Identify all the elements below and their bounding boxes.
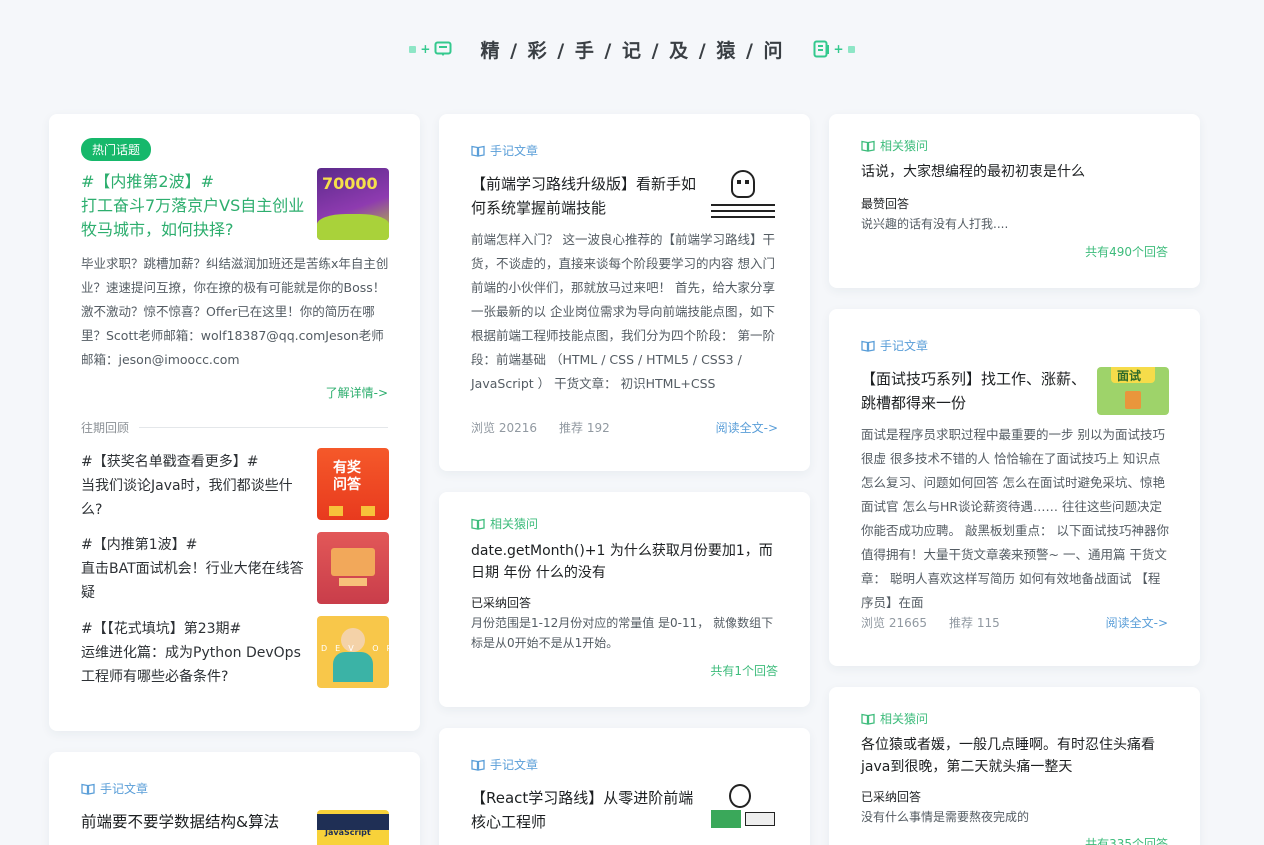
- qa-tag: 相关猿问: [861, 137, 928, 154]
- recommend-count: 推荐 115: [949, 616, 1000, 630]
- plus-icon: +: [833, 42, 844, 56]
- hot-topic-title[interactable]: #【内推第2波】# 打工奋斗7万落京户VS自主创业牧马城市，如何抉择?: [81, 170, 313, 242]
- book-icon: [861, 140, 875, 152]
- thumbnail-text: 70000: [322, 174, 378, 193]
- article-title[interactable]: 【面试技巧系列】找工作、涨薪、跳槽都得来一份: [861, 367, 1093, 415]
- article-title[interactable]: 【前端学习路线升级版】看新手如何系统掌握前端技能: [471, 172, 703, 220]
- qa-answer-count[interactable]: 共有335个回答: [1085, 835, 1168, 845]
- past-item-title[interactable]: #【获奖名单戳查看更多】# 当我们谈论Java时，我们都谈些什么?: [81, 450, 307, 522]
- book-icon: [81, 783, 95, 795]
- article-card[interactable]: 手记文章 【前端学习路线升级版】看新手如何系统掌握前端技能 前端怎样入门？ 这一…: [439, 114, 810, 471]
- article-thumbnail[interactable]: [707, 166, 779, 222]
- past-review-label: 往期回顾: [81, 421, 130, 435]
- past-item-thumbnail[interactable]: 有奖 问答: [317, 448, 389, 520]
- article-card[interactable]: 手记文章 前端要不要学数据结构&算法 JavaScript: [49, 752, 420, 845]
- square-icon: [409, 45, 417, 53]
- article-tag: 手记文章: [471, 756, 538, 773]
- more-details-link[interactable]: 了解详情->: [326, 384, 388, 401]
- divider: [139, 427, 388, 428]
- article-tag: 手记文章: [471, 142, 538, 159]
- book-icon: [471, 518, 485, 530]
- square-icon: [847, 45, 855, 53]
- qa-tag: 相关猿问: [861, 710, 928, 727]
- past-item-title[interactable]: #【【花式填坑】第23期# 运维进化篇：成为Python DevOps工程师有哪…: [81, 617, 307, 689]
- article-thumbnail[interactable]: 面试: [1097, 367, 1169, 415]
- article-card[interactable]: 手记文章 【面试技巧系列】找工作、涨薪、跳槽都得来一份 面试 面试是程序员求职过…: [829, 309, 1200, 666]
- qa-answer-label: 已采纳回答: [471, 596, 532, 610]
- article-description: 前端怎样入门？ 这一波良心推荐的【前端学习路线】干货，不谈虚的，直接来谈每个阶段…: [471, 232, 775, 391]
- article-thumbnail[interactable]: [707, 782, 779, 832]
- qa-card[interactable]: 相关猿问 各位猿或者媛，一般几点睡啊。有时忍住头痛看java到很晚，第二天就头痛…: [829, 687, 1200, 845]
- thumbnail-text: 面试: [1117, 369, 1142, 383]
- qa-question[interactable]: date.getMonth()+1 为什么获取月份要加1，而日期 年份 什么的没…: [471, 540, 781, 584]
- book-icon: [471, 759, 485, 771]
- article-tag: 手记文章: [81, 780, 148, 797]
- view-count: 浏览 20216: [471, 421, 537, 435]
- qa-card[interactable]: 相关猿问 date.getMonth()+1 为什么获取月份要加1，而日期 年份…: [439, 492, 810, 707]
- qa-question[interactable]: 话说，大家想编程的最初初衷是什么: [861, 161, 1171, 183]
- thumbnail-text: JavaScript: [325, 828, 371, 837]
- past-item-thumbnail[interactable]: [317, 532, 389, 604]
- article-title[interactable]: 【React学习路线】从零进阶前端核心工程师: [471, 786, 703, 834]
- view-count: 浏览 21665: [861, 616, 927, 630]
- qa-card[interactable]: 相关猿问 话说，大家想编程的最初初衷是什么 最赞回答 说兴趣的话有没有人打我..…: [829, 114, 1200, 288]
- chat-icon: [434, 41, 452, 56]
- article-title[interactable]: 前端要不要学数据结构&算法: [81, 810, 313, 834]
- article-tag: 手记文章: [861, 337, 928, 354]
- thumbnail-text: DEV OPS: [321, 644, 389, 653]
- article-description: 面试是程序员求职过程中最重要的一步 别以为面试技巧很虚 很多技术不错的人 恰恰输…: [861, 427, 1169, 610]
- qa-tag: 相关猿问: [471, 515, 538, 532]
- notebook-icon: [813, 40, 829, 58]
- section-header: + 精 / 彩 / 手 / 记 / 及 / 猿 / 问 +: [0, 36, 1264, 62]
- qa-answer-label: 最赞回答: [861, 197, 910, 211]
- hot-topic-thumbnail[interactable]: 70000: [317, 168, 389, 240]
- article-stats: 浏览 20216 推荐 192: [471, 419, 610, 436]
- article-card[interactable]: 手记文章 【React学习路线】从零进阶前端核心工程师: [439, 728, 810, 845]
- past-item-thumbnail[interactable]: DEV OPS: [317, 616, 389, 688]
- right-decoration: +: [813, 40, 855, 58]
- past-item-title[interactable]: #【内推第1波】# 直击BAT面试机会！行业大佬在线答疑: [81, 533, 307, 605]
- section-title: 精 / 彩 / 手 / 记 / 及 / 猿 / 问: [480, 39, 785, 62]
- read-all-link[interactable]: 阅读全文->: [1106, 614, 1168, 631]
- qa-answer-label: 已采纳回答: [861, 790, 922, 804]
- qa-answer: 月份范围是1-12月份对应的常量值 是0-11， 就像数组下标是从0开始不是从1…: [471, 616, 774, 650]
- hot-topic-card: 热门话题 #【内推第2波】# 打工奋斗7万落京户VS自主创业牧马城市，如何抉择?…: [49, 114, 420, 731]
- qa-answer-count[interactable]: 共有1个回答: [710, 662, 778, 679]
- hot-topic-badge: 热门话题: [81, 138, 152, 161]
- book-icon: [471, 145, 485, 157]
- qa-answer: 说兴趣的话有没有人打我....: [861, 217, 1009, 231]
- book-icon: [861, 713, 875, 725]
- plus-icon: +: [420, 42, 431, 56]
- qa-answer-count[interactable]: 共有490个回答: [1085, 243, 1168, 260]
- thumbnail-text: 有奖 问答: [333, 460, 361, 493]
- left-decoration: +: [409, 41, 452, 57]
- qa-question[interactable]: 各位猿或者媛，一般几点睡啊。有时忍住头痛看java到很晚，第二天就头痛一整天: [861, 734, 1171, 778]
- article-thumbnail[interactable]: JavaScript: [317, 810, 389, 845]
- read-all-link[interactable]: 阅读全文->: [716, 419, 778, 436]
- qa-answer: 没有什么事情是需要熬夜完成的: [861, 810, 1030, 824]
- book-icon: [861, 340, 875, 352]
- article-stats: 浏览 21665 推荐 115: [861, 614, 1000, 631]
- recommend-count: 推荐 192: [559, 421, 610, 435]
- hot-topic-description: 毕业求职？跳槽加薪？纠结滋润加班还是苦练x年自主创业？速速提问互撩，你在撩的极有…: [81, 256, 389, 367]
